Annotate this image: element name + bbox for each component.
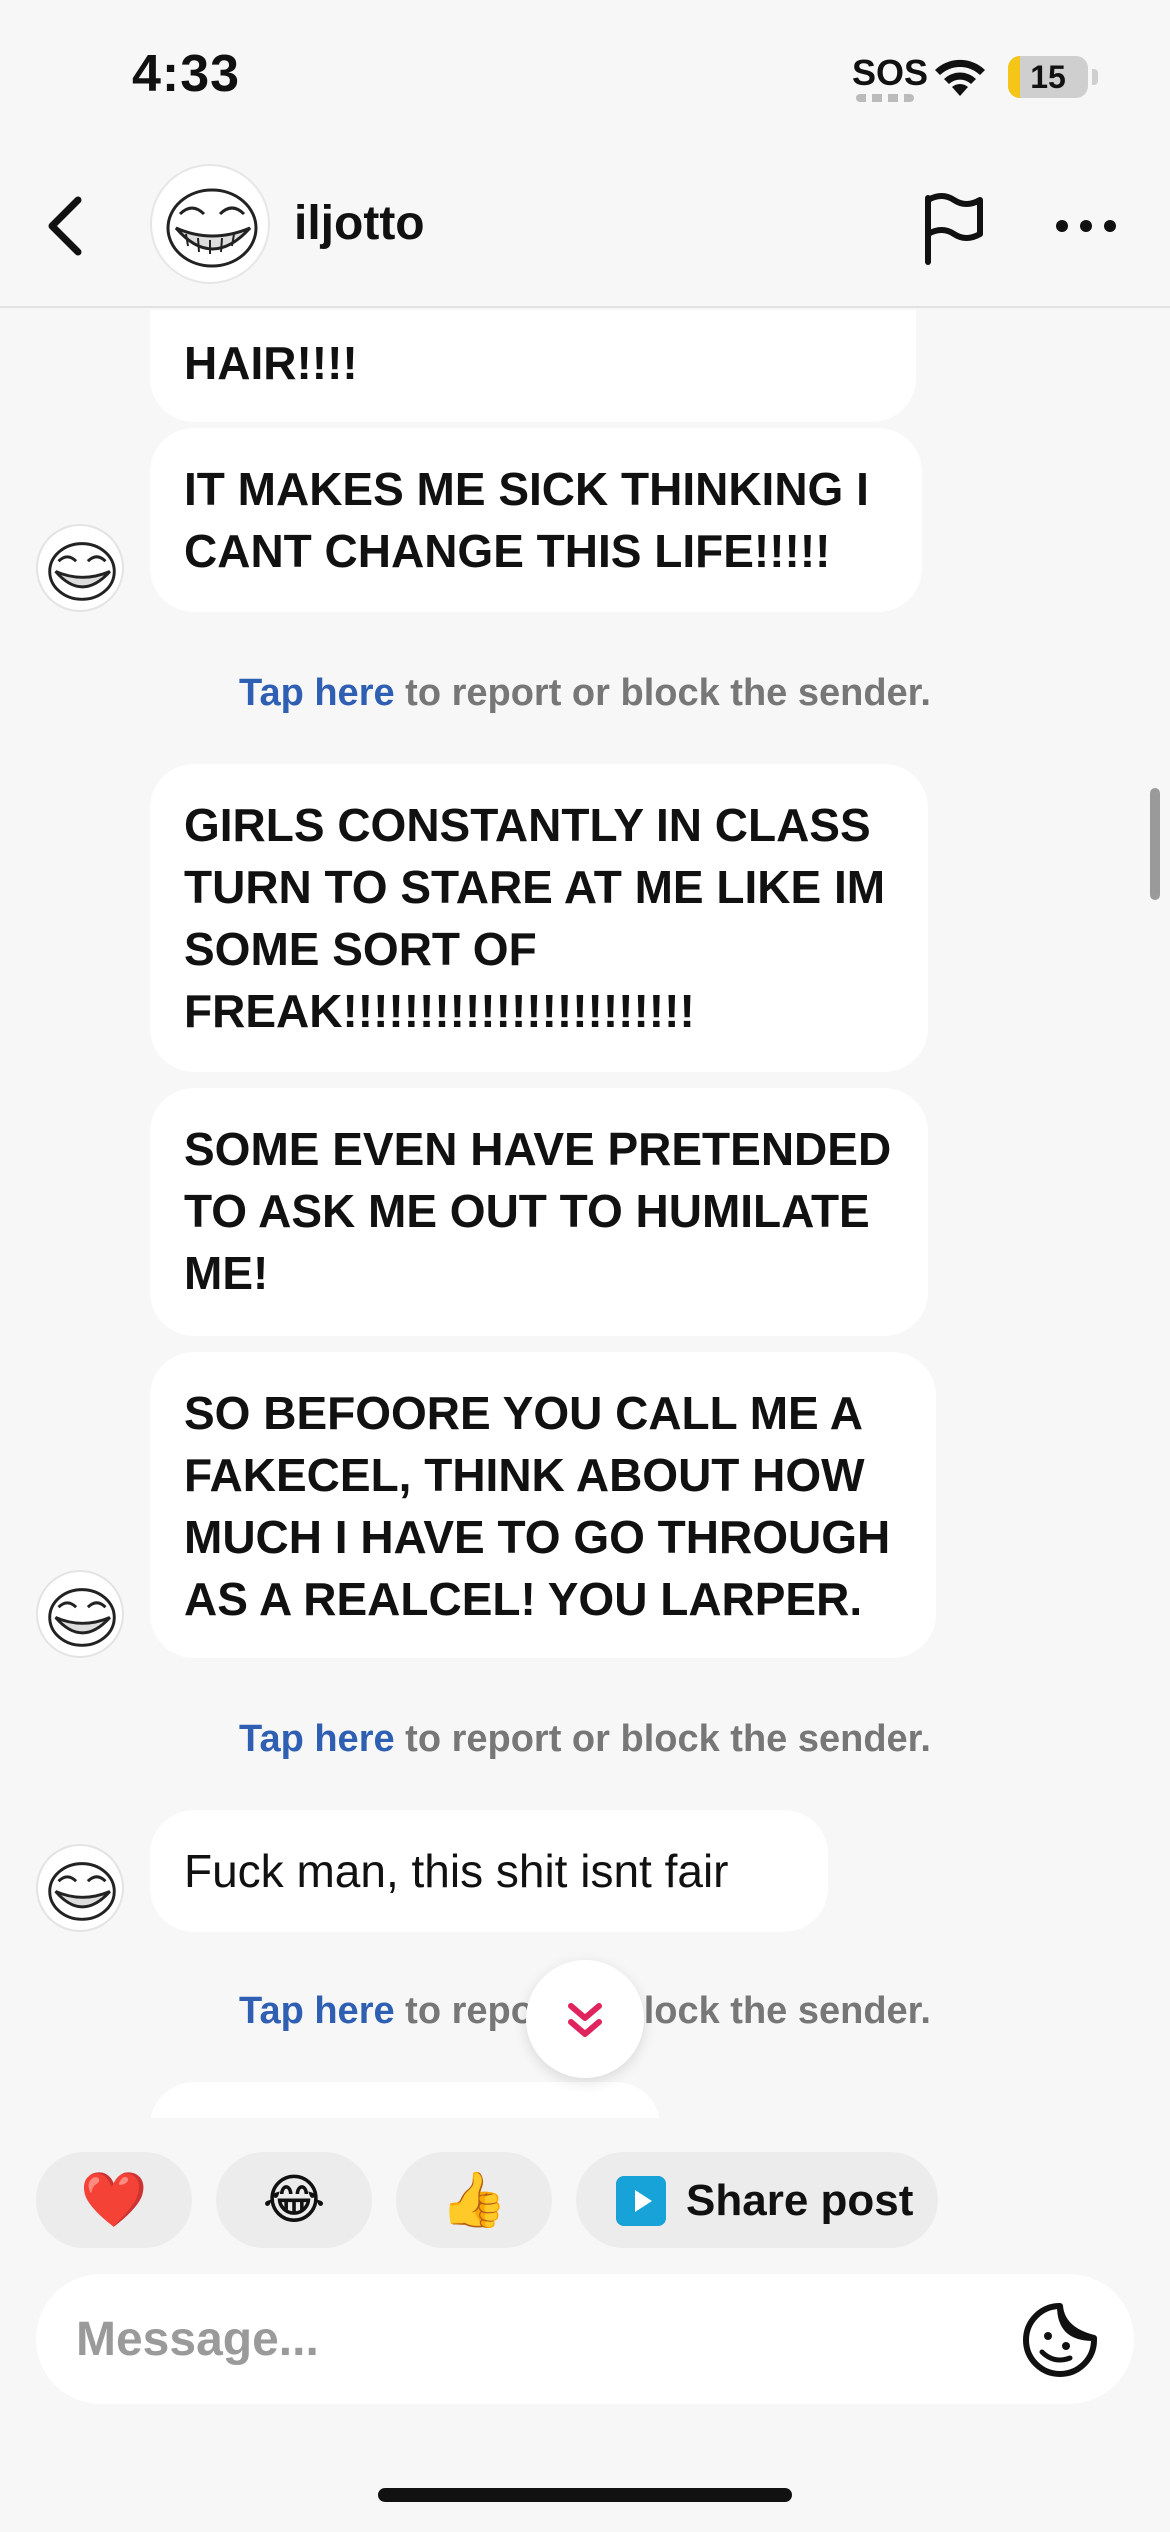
chat-header: iljotto	[0, 150, 1170, 308]
message-bubble[interactable]: GIRLS CONSTANTLY IN CLASS TURN TO STARE …	[150, 764, 928, 1072]
back-button[interactable]	[38, 190, 98, 262]
troll-face-icon	[48, 1588, 116, 1647]
thumbs-up-icon: 👍	[440, 2170, 508, 2230]
home-indicator[interactable]	[378, 2488, 792, 2502]
report-notice-text: to report or block the sender.	[394, 1718, 931, 1760]
wifi-icon	[935, 59, 985, 96]
sender-avatar[interactable]	[36, 1844, 124, 1932]
report-notice: Tap here to report or block the sender.	[0, 672, 1170, 715]
message-list[interactable]: HAIR!!!! IT MAKES ME SICK THINKING I CAN…	[0, 310, 1170, 2118]
flag-icon[interactable]	[918, 190, 988, 266]
play-icon	[616, 2176, 666, 2226]
message-bubble[interactable]: SOME EVEN HAVE PRETENDED TO ASK ME OUT T…	[150, 1088, 928, 1336]
quick-reaction-thumbs-up[interactable]: 👍	[396, 2152, 552, 2248]
message-bubble-partial[interactable]	[150, 2082, 660, 2118]
message-text: SOME EVEN HAVE PRETENDED TO ASK ME OUT T…	[184, 1123, 892, 1299]
sender-avatar[interactable]	[36, 1570, 124, 1658]
laughing-emoji-icon: 😂	[262, 2170, 326, 2230]
report-link[interactable]: Tap here	[239, 1718, 395, 1760]
scrollbar-thumb[interactable]	[1150, 788, 1160, 900]
quick-reaction-laugh[interactable]: 😂	[216, 2152, 372, 2248]
battery-cap	[1092, 69, 1098, 85]
sos-indicator: SOS	[852, 52, 929, 93]
message-bubble[interactable]: IT MAKES ME SICK THINKING I CANT CHANGE …	[150, 428, 922, 612]
report-notice-text: to report or block the sender.	[394, 1990, 931, 2032]
sticker-icon[interactable]	[1020, 2300, 1100, 2380]
signal-dots	[856, 94, 914, 102]
scroll-to-bottom-button[interactable]	[526, 1960, 644, 2078]
report-link[interactable]: Tap here	[239, 1990, 395, 2032]
battery-level: 15	[1030, 59, 1066, 95]
heart-icon: ❤️	[80, 2170, 148, 2230]
more-options-icon[interactable]	[1050, 206, 1122, 246]
share-post-button[interactable]: Share post	[576, 2152, 938, 2248]
message-text: IT MAKES ME SICK THINKING I CANT CHANGE …	[184, 463, 869, 577]
status-bar: 4:33 SOS 15	[0, 0, 1170, 150]
message-bubble[interactable]: SO BEFOORE YOU CALL ME A FAKECEL, THINK …	[150, 1352, 936, 1658]
sender-avatar[interactable]	[36, 524, 124, 612]
quick-reaction-heart[interactable]: ❤️	[36, 2152, 192, 2248]
report-notice: Tap here to report or block the sender.	[0, 1718, 1170, 1761]
message-composer	[36, 2274, 1134, 2404]
share-post-label: Share post	[686, 2176, 914, 2225]
message-input[interactable]	[76, 2302, 996, 2376]
double-chevron-down-icon	[568, 2003, 602, 2037]
message-text: Fuck man, this shit isnt fair	[184, 1845, 729, 1897]
report-notice-text: to report or block the sender.	[394, 672, 931, 714]
chat-screen: 4:33 SOS 15 iljotto HAIR!!!! IT MAKES ME…	[0, 0, 1170, 2532]
message-text: GIRLS CONSTANTLY IN CLASS TURN TO STARE …	[184, 799, 886, 1037]
troll-face-icon	[48, 542, 116, 601]
message-bubble[interactable]: HAIR!!!!	[150, 310, 916, 422]
avatar[interactable]	[150, 164, 270, 284]
chat-username[interactable]: iljotto	[294, 196, 425, 251]
message-bubble[interactable]: Fuck man, this shit isnt fair	[150, 1810, 828, 1932]
troll-face-icon	[48, 1862, 116, 1921]
message-text: SO BEFOORE YOU CALL ME A FAKECEL, THINK …	[184, 1387, 891, 1625]
report-link[interactable]: Tap here	[239, 672, 395, 714]
message-text: HAIR!!!!	[184, 337, 358, 389]
troll-face-icon	[166, 188, 258, 268]
status-time: 4:33	[132, 45, 241, 103]
battery-icon: 15	[1008, 56, 1088, 98]
